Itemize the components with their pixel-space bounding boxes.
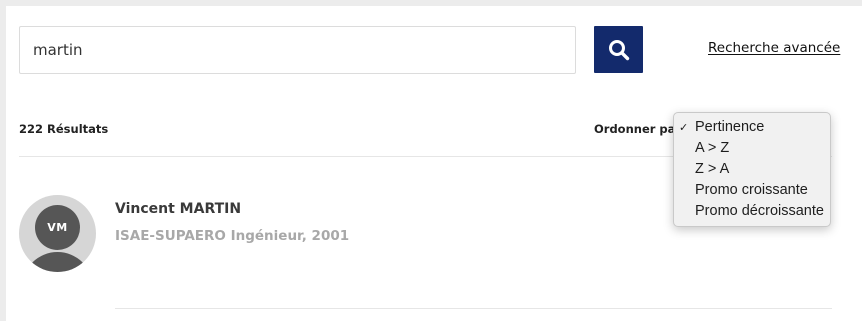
- results-count: 222 Résultats: [19, 122, 109, 136]
- avatar-head: VM: [35, 205, 80, 250]
- divider: [115, 308, 832, 309]
- search-icon: [608, 39, 630, 61]
- sort-option-label: Promo décroissante: [695, 203, 824, 219]
- checkmark-icon: ✓: [679, 121, 689, 134]
- avatar-initials: VM: [47, 221, 68, 234]
- search-button[interactable]: [594, 26, 643, 73]
- search-input[interactable]: [19, 26, 576, 74]
- person-name[interactable]: Vincent MARTIN: [115, 201, 241, 217]
- avatar-body: [22, 252, 93, 272]
- sort-option-promo-desc[interactable]: Promo décroissante: [674, 201, 830, 222]
- sort-option-a-z[interactable]: A > Z: [674, 138, 830, 159]
- search-results-page: Recherche avancée 222 Résultats Ordonner…: [6, 6, 862, 321]
- person-meta: ISAE-SUPAERO Ingénieur, 2001: [115, 228, 350, 244]
- sort-option-label: Promo croissante: [695, 182, 808, 198]
- sort-option-promo-asc[interactable]: Promo croissante: [674, 180, 830, 201]
- sort-dropdown-menu[interactable]: ✓ Pertinence A > Z Z > A Promo croissant…: [673, 112, 831, 227]
- sort-option-pertinence[interactable]: ✓ Pertinence: [674, 117, 830, 138]
- sort-option-z-a[interactable]: Z > A: [674, 159, 830, 180]
- sort-option-label: Pertinence: [695, 119, 765, 135]
- sort-option-label: Z > A: [695, 161, 730, 177]
- sort-option-label: A > Z: [695, 140, 730, 156]
- sort-label: Ordonner par: [594, 122, 682, 136]
- avatar: VM: [19, 195, 96, 272]
- advanced-search-link[interactable]: Recherche avancée: [708, 40, 840, 56]
